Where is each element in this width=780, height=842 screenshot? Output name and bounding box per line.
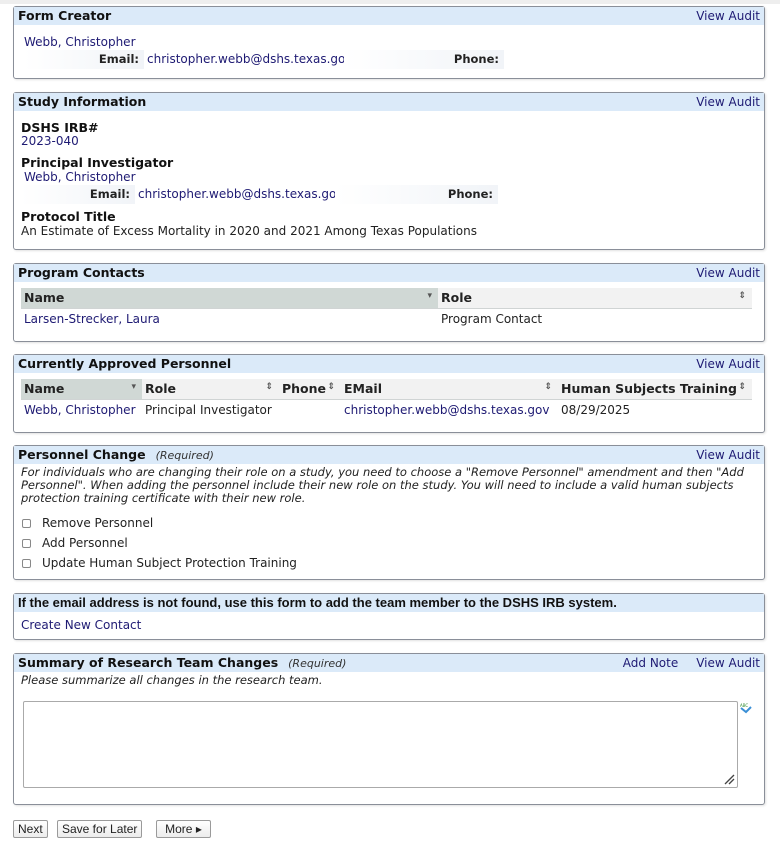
pi-name: Webb, Christopher <box>24 170 136 184</box>
form-creator-panel: Form Creator View Audit Webb, Christophe… <box>13 6 765 79</box>
summary-textarea[interactable] <box>23 701 738 788</box>
panel-header: Study Information View Audit <box>14 93 764 111</box>
checkbox[interactable] <box>22 538 31 548</box>
panel-header: Program Contacts View Audit <box>14 264 764 282</box>
personnel-email[interactable]: christopher.webb@dshs.texas.gov <box>341 399 558 421</box>
panel-title: Study Information <box>18 94 147 109</box>
panel-header: Summary of Research Team Changes (Require… <box>14 654 764 672</box>
view-audit-link[interactable]: View Audit <box>696 654 760 672</box>
sort-icon: ⇕ <box>738 382 746 392</box>
protocol-label: Protocol Title <box>21 209 116 224</box>
creator-name: Webb, Christopher <box>24 35 136 49</box>
irb-label: DSHS IRB# <box>21 120 99 135</box>
view-audit-link[interactable]: View Audit <box>696 7 760 25</box>
create-new-contact-link[interactable]: Create New Contact <box>21 618 141 632</box>
panel-title: Form Creator <box>18 8 112 23</box>
column-header-name[interactable]: Name ▾ <box>21 288 438 309</box>
table-row: Webb, Christopher Principal Investigator… <box>21 399 752 421</box>
column-header-email[interactable]: EMail ⇕ <box>341 379 558 400</box>
panel-title: Program Contacts <box>18 265 145 280</box>
option-label: Add Personnel <box>42 536 128 550</box>
contact-role: Program Contact <box>441 312 543 327</box>
sort-icon: ⇕ <box>327 382 335 392</box>
option-label: Remove Personnel <box>42 516 154 530</box>
table-row: Larsen-Strecker, Laura Program Contact <box>21 308 752 330</box>
pi-email: christopher.webb@dshs.texas.gov <box>138 187 344 201</box>
more-button[interactable]: More ▸ <box>156 820 211 838</box>
program-contacts-panel: Program Contacts View Audit Name ▾ Role ⇕ … <box>13 263 765 342</box>
phone-label: Phone: <box>344 50 504 69</box>
column-header-training[interactable]: Human Subjects Training ⇕ <box>558 379 752 400</box>
program-contacts-table: Name ▾ Role ⇕ Larsen-Strecker, Laura Progr… <box>21 288 752 330</box>
pi-label: Principal Investigator <box>21 155 174 170</box>
panel-title: Personnel Change <box>18 446 146 462</box>
personnel-change-panel: Personnel Change (Required) View Audit Fo… <box>13 445 765 580</box>
summary-prompt: Please summarize all changes in the rese… <box>21 673 323 687</box>
personnel-change-description: For individuals who are changing their r… <box>21 465 744 505</box>
sort-desc-icon: ▾ <box>131 382 136 392</box>
required-indicator: (Required) <box>155 448 214 462</box>
summary-panel: Summary of Research Team Changes (Require… <box>13 653 765 805</box>
option-remove-personnel[interactable]: Remove Personnel <box>21 513 757 533</box>
new-contact-panel: If the email address is not found, use t… <box>13 593 765 640</box>
irb-value: 2023-040 <box>21 134 79 148</box>
checkbox[interactable] <box>22 518 31 528</box>
svg-text:ABC: ABC <box>740 703 748 708</box>
column-header-name[interactable]: Name ▾ <box>21 379 142 400</box>
personnel-name[interactable]: Webb, Christopher <box>21 399 142 421</box>
spellcheck-icon[interactable]: ABC <box>739 702 753 714</box>
column-header-role[interactable]: Role ⇕ <box>142 379 279 400</box>
panel-title: If the email address is not found, use t… <box>18 595 617 610</box>
personnel-role: Principal Investigator <box>145 403 272 418</box>
option-label: Update Human Subject Protection Training <box>42 556 297 570</box>
view-audit-link[interactable]: View Audit <box>696 446 760 464</box>
sort-icon: ⇕ <box>544 382 552 392</box>
panel-header: Currently Approved Personnel View Audit <box>14 355 764 373</box>
approved-personnel-table: Name ▾ Role ⇕ Phone ⇕ EMail ⇕ Human Subjects… <box>21 379 752 421</box>
approved-personnel-panel: Currently Approved Personnel View Audit … <box>13 354 765 433</box>
view-audit-link[interactable]: View Audit <box>696 355 760 373</box>
checkbox[interactable] <box>22 558 31 568</box>
personnel-phone <box>279 399 341 421</box>
panel-header: Form Creator View Audit <box>14 7 764 25</box>
contact-name[interactable]: Larsen-Strecker, Laura <box>21 308 438 330</box>
creator-email: christopher.webb@dshs.texas.gov <box>147 52 353 66</box>
panel-title: Currently Approved Personnel <box>18 356 232 371</box>
email-label: Email: <box>21 185 135 204</box>
option-update-training[interactable]: Update Human Subject Protection Training <box>21 553 757 573</box>
panel-header: If the email address is not found, use t… <box>14 594 764 612</box>
study-information-panel: Study Information View Audit DSHS IRB# 2… <box>13 92 765 250</box>
column-header-phone[interactable]: Phone ⇕ <box>279 379 341 400</box>
view-audit-link[interactable]: View Audit <box>696 264 760 282</box>
required-indicator: (Required) <box>288 656 347 670</box>
next-button[interactable]: Next <box>13 820 48 838</box>
column-header-role[interactable]: Role ⇕ <box>438 288 752 309</box>
save-for-later-button[interactable]: Save for Later <box>57 820 143 838</box>
phone-label: Phone: <box>335 185 498 204</box>
panel-header: Personnel Change (Required) View Audit <box>14 446 764 464</box>
resize-handle-icon[interactable] <box>723 773 735 785</box>
sort-icon: ⇕ <box>265 382 273 392</box>
panel-title: Summary of Research Team Changes <box>18 654 279 670</box>
sort-desc-icon: ▾ <box>427 291 432 301</box>
protocol-title: An Estimate of Excess Mortality in 2020 … <box>21 224 477 238</box>
top-bar <box>0 0 780 4</box>
sort-icon: ⇕ <box>738 291 746 301</box>
option-add-personnel[interactable]: Add Personnel <box>21 533 757 553</box>
add-note-link[interactable]: Add Note <box>623 654 678 672</box>
view-audit-link[interactable]: View Audit <box>696 93 760 111</box>
personnel-training-date: 08/29/2025 <box>561 403 631 418</box>
email-label: Email: <box>24 50 144 69</box>
